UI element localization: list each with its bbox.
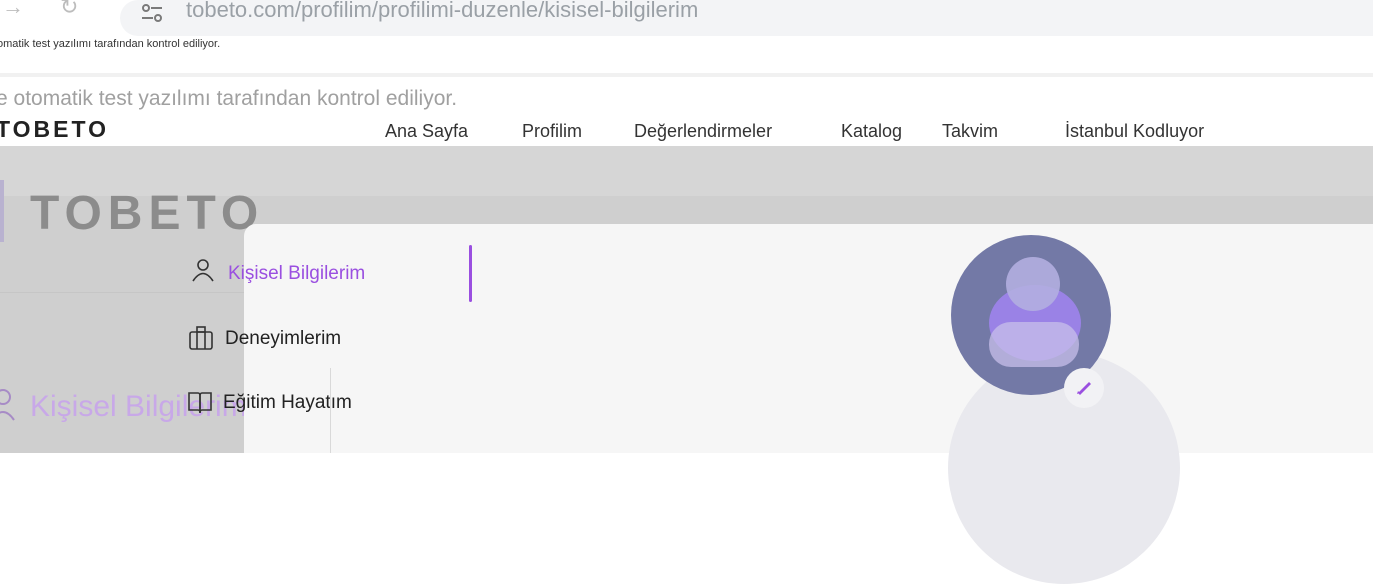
pencil-icon [1077,382,1091,395]
nav-catalog[interactable]: Katalog [841,121,902,142]
ghost-section-heading: Kişisel Bilgilerim [30,390,247,423]
ghost-user-icon [0,389,15,421]
forward-icon[interactable]: → [2,0,24,18]
brand-logo-large: TOBETO [30,187,265,240]
edit-avatar-button[interactable] [1064,368,1104,408]
sidebar-item-experience[interactable]: Deneyimlerim [225,328,341,350]
backdrop-divider [0,292,245,293]
toolbar-divider [0,73,1373,77]
sidebar-item-personal-info[interactable]: Kişisel Bilgilerim [228,263,365,285]
nav-evaluations[interactable]: Değerlendirmeler [634,121,772,142]
ghost-divider [330,368,331,453]
nav-istanbul-kodluyor[interactable]: İstanbul Kodluyor [1065,121,1204,142]
profile-edit-card [244,224,1373,453]
nav-profile[interactable]: Profilim [522,121,582,142]
site-settings-icon[interactable] [140,2,164,26]
user-icon [192,259,214,282]
sidebar-item-education[interactable]: Eğitim Hayatım [223,392,352,414]
book-icon [188,392,212,414]
automation-banner-text: e otomatik test yazılımı tarafından kont… [0,87,458,110]
brand-logo[interactable]: TOBETO [0,116,109,143]
reload-icon[interactable]: ↻ [60,0,78,18]
logo-accent-bar [0,180,4,242]
briefcase-icon [189,326,213,350]
active-indicator [469,245,472,302]
url-text[interactable]: tobeto.com/profilim/profilimi-duzenle/ki… [186,0,698,23]
nav-calendar[interactable]: Takvim [942,121,998,142]
nav-home[interactable]: Ana Sayfa [385,121,468,142]
automation-infobar-text: omatik test yazılımı tarafından kontrol … [0,38,221,50]
